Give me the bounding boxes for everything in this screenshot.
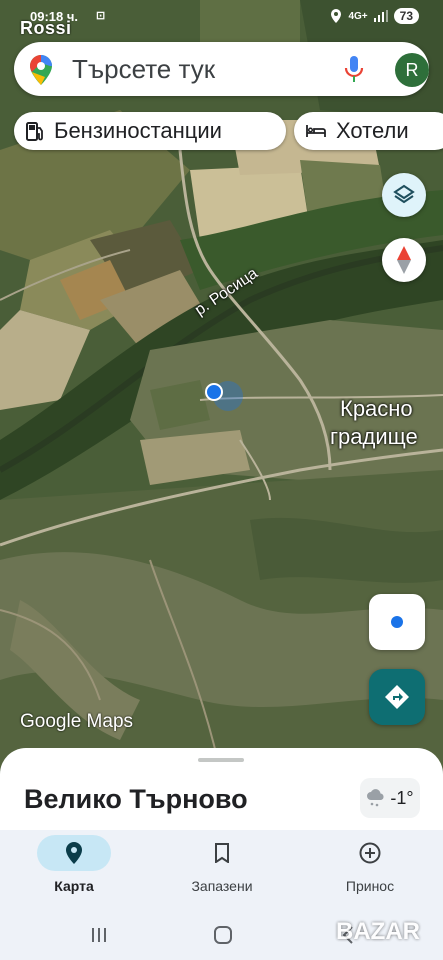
nav-map-label: Карта — [54, 878, 94, 894]
nav-contribute-label: Принос — [345, 878, 395, 894]
screen-record-icon: ⊡ — [96, 10, 106, 22]
map-pin-icon — [66, 842, 82, 864]
home-icon[interactable] — [213, 926, 233, 944]
bottom-sheet[interactable]: Велико Търново -1° — [0, 748, 443, 838]
chip-hotels[interactable]: Хотели — [294, 112, 443, 150]
recent-apps-icon[interactable] — [90, 926, 108, 944]
network-type: 4G+ — [348, 10, 368, 22]
village-label-line2: градище — [330, 424, 418, 449]
google-maps-attribution: Google Maps — [20, 711, 134, 732]
signal-icon — [373, 10, 388, 22]
my-location-button[interactable] — [369, 594, 425, 650]
microphone-icon[interactable] — [344, 56, 364, 84]
compass-button[interactable] — [382, 238, 426, 282]
hotel-bed-icon — [306, 125, 326, 137]
nav-map-pill — [37, 835, 111, 871]
search-input[interactable]: Търсете тук — [72, 54, 215, 85]
location-status-icon — [331, 9, 342, 23]
layers-button[interactable] — [382, 173, 426, 217]
nav-item-saved[interactable]: Запазени — [148, 830, 296, 908]
place-name: Велико Търново — [24, 784, 248, 814]
current-location-dot — [205, 383, 223, 401]
directions-button[interactable] — [369, 669, 425, 725]
weather-chip[interactable]: -1° — [360, 778, 420, 818]
nav-item-contribute[interactable]: Принос — [296, 830, 443, 908]
temperature: -1° — [390, 787, 414, 808]
nav-item-map[interactable]: Карта — [0, 830, 148, 908]
nav-contribute-pill — [333, 835, 407, 871]
account-avatar[interactable]: R — [395, 53, 429, 87]
cloud-snow-icon — [367, 789, 384, 807]
compass-icon — [397, 246, 411, 274]
my-location-icon — [391, 616, 403, 628]
add-circle-icon — [359, 842, 381, 864]
status-icons: 4G+ 73 — [330, 8, 419, 24]
chip-gas-label: Бензиностанции — [54, 118, 222, 143]
gas-station-icon — [26, 122, 43, 141]
nav-saved-pill — [185, 835, 259, 871]
chip-gas-stations[interactable]: Бензиностанции — [14, 112, 286, 150]
search-bar[interactable]: Търсете тук R — [14, 42, 429, 96]
chip-hotels-label: Хотели — [336, 118, 409, 143]
bottom-navigation: Карта Запазени Принос — [0, 830, 443, 908]
watermark-bottom: BAZAR — [336, 918, 420, 945]
bookmark-icon — [215, 843, 229, 863]
layers-icon — [393, 184, 415, 204]
battery-level: 73 — [393, 8, 419, 24]
village-label-line1: Красно — [340, 396, 413, 421]
google-maps-pin-icon — [30, 55, 52, 85]
directions-icon — [385, 685, 409, 709]
sheet-drag-handle[interactable] — [198, 758, 244, 762]
watermark-top: Rossi — [20, 18, 72, 38]
nav-saved-label: Запазени — [191, 878, 253, 894]
